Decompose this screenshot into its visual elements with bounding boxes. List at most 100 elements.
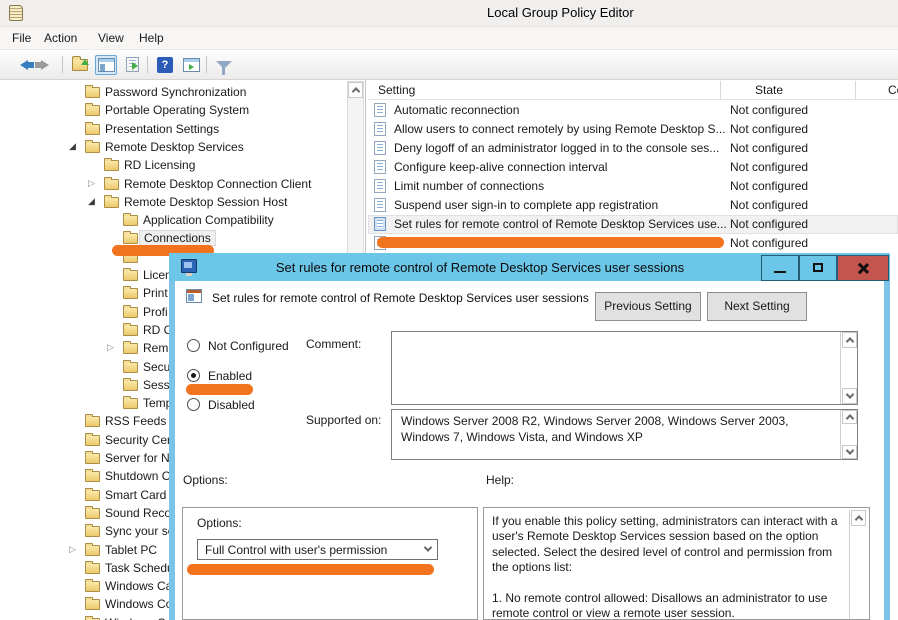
window-title: Local Group Policy Editor bbox=[487, 5, 634, 20]
expand-arrow-icon[interactable]: ▷ bbox=[88, 177, 95, 189]
setting-row[interactable]: Deny logoff of an administrator logged i… bbox=[368, 139, 898, 158]
radio-label: Disabled bbox=[208, 398, 255, 412]
tree-item-label: Windows Co bbox=[101, 597, 176, 611]
tree-item-label: Portable Operating System bbox=[101, 103, 253, 117]
setting-name: Set rules for remote control of Remote D… bbox=[394, 217, 727, 231]
dialog-title: Set rules for remote control of Remote D… bbox=[169, 260, 761, 275]
tree-item[interactable]: RD Licensing bbox=[0, 156, 366, 175]
folder-up-button[interactable] bbox=[69, 55, 91, 75]
help-button[interactable]: ? bbox=[154, 55, 176, 75]
tree-item[interactable]: ◢Remote Desktop Services bbox=[0, 138, 366, 157]
tree-item[interactable]: Presentation Settings bbox=[0, 120, 366, 139]
tree-item[interactable]: ◢Remote Desktop Session Host bbox=[0, 193, 366, 212]
radio-selected-icon[interactable] bbox=[187, 369, 200, 382]
setting-row[interactable]: Automatic reconnectionNot configured bbox=[368, 101, 898, 120]
column-separator[interactable] bbox=[720, 81, 721, 100]
scroll-up-button[interactable] bbox=[348, 82, 363, 98]
folder-icon bbox=[85, 142, 100, 153]
expand-arrow-icon[interactable]: ▷ bbox=[107, 341, 114, 353]
tree-item-label: Remote Desktop Connection Client bbox=[120, 177, 315, 191]
tree-item-label: RD Licensing bbox=[120, 158, 199, 172]
policy-setting-icon bbox=[374, 103, 386, 117]
forward-button[interactable] bbox=[36, 55, 58, 75]
tree-item-label: Rem bbox=[139, 341, 172, 355]
folder-icon bbox=[123, 343, 138, 354]
tree-item-label: Windows Ca bbox=[101, 579, 176, 593]
tree-item[interactable]: Portable Operating System bbox=[0, 101, 366, 120]
column-header-state[interactable]: State bbox=[755, 83, 783, 97]
folder-icon bbox=[85, 581, 100, 592]
tree-item[interactable]: Application Compatibility bbox=[0, 211, 366, 230]
filter-button[interactable] bbox=[213, 55, 235, 75]
setting-row[interactable]: Suspend user sign-in to complete app reg… bbox=[368, 196, 898, 215]
folder-icon bbox=[85, 105, 100, 116]
folder-icon bbox=[104, 179, 119, 190]
collapse-arrow-icon[interactable]: ◢ bbox=[69, 140, 76, 152]
folder-icon bbox=[123, 362, 138, 373]
radio-icon[interactable] bbox=[187, 398, 200, 411]
tree-item-label: Password Synchronization bbox=[101, 85, 250, 99]
supported-scrollbar[interactable] bbox=[840, 410, 857, 459]
setting-row[interactable]: Set rules for remote control of Remote D… bbox=[368, 215, 898, 234]
scroll-up-button[interactable] bbox=[842, 332, 857, 348]
comment-scrollbar[interactable] bbox=[840, 332, 857, 404]
screen: { "window": { "title": "Local Group Poli… bbox=[0, 0, 898, 620]
scroll-down-button[interactable] bbox=[842, 388, 857, 404]
setting-row[interactable]: Allow users to connect remotely by using… bbox=[368, 120, 898, 139]
column-separator[interactable] bbox=[855, 81, 856, 100]
folder-icon bbox=[85, 526, 100, 537]
control-level-dropdown[interactable]: Full Control with user's permission bbox=[197, 539, 438, 560]
folder-icon bbox=[123, 398, 138, 409]
policy-setting-icon bbox=[186, 289, 202, 303]
column-header-comment[interactable]: Comment bbox=[888, 83, 898, 97]
setting-name: Limit number of connections bbox=[394, 179, 544, 193]
folder-icon bbox=[123, 215, 138, 226]
maximize-button[interactable] bbox=[799, 255, 837, 281]
folder-icon bbox=[123, 233, 138, 244]
previous-setting-button[interactable]: Previous Setting bbox=[595, 292, 701, 321]
setting-state: Not configured bbox=[730, 122, 808, 136]
setting-state: Not configured bbox=[730, 179, 808, 193]
minimize-button[interactable] bbox=[761, 255, 799, 281]
back-button[interactable] bbox=[10, 55, 32, 75]
dialog-monitor-icon bbox=[181, 259, 197, 273]
comment-field[interactable] bbox=[391, 331, 858, 405]
tree-item-label: RSS Feeds bbox=[101, 414, 170, 428]
collapse-arrow-icon[interactable]: ◢ bbox=[88, 195, 95, 207]
column-header-setting[interactable]: Setting bbox=[378, 83, 415, 97]
setting-name: Deny logoff of an administrator logged i… bbox=[394, 141, 719, 155]
expand-arrow-icon[interactable]: ▷ bbox=[69, 543, 76, 555]
export-list-button[interactable] bbox=[121, 55, 143, 75]
scroll-down-button[interactable] bbox=[842, 445, 857, 459]
menu-help[interactable]: Help bbox=[139, 31, 164, 45]
console-tree-toggle-button[interactable] bbox=[95, 55, 117, 75]
folder-icon bbox=[123, 325, 138, 336]
chevron-up-icon bbox=[845, 337, 853, 345]
close-icon bbox=[857, 262, 869, 274]
folder-icon bbox=[85, 563, 100, 574]
action-pane-icon bbox=[183, 58, 200, 72]
menu-view[interactable]: View bbox=[98, 31, 124, 45]
close-button[interactable] bbox=[837, 255, 889, 281]
dialog-titlebar: Set rules for remote control of Remote D… bbox=[169, 253, 890, 281]
setting-state: Not configured bbox=[730, 141, 808, 155]
next-setting-button[interactable]: Next Setting bbox=[707, 292, 807, 321]
help-scrollbar[interactable] bbox=[849, 510, 866, 619]
menu-action[interactable]: Action bbox=[44, 31, 77, 45]
options-section-label: Options: bbox=[183, 473, 228, 487]
annotation-highlight-enabled bbox=[186, 384, 253, 395]
tree-item[interactable]: Password Synchronization bbox=[0, 83, 366, 102]
action-pane-button[interactable] bbox=[180, 55, 202, 75]
tree-item[interactable]: ▷ Remote Desktop Connection Client bbox=[0, 175, 366, 194]
menu-file[interactable]: File bbox=[12, 31, 31, 45]
scroll-up-button[interactable] bbox=[842, 410, 857, 424]
setting-row[interactable]: Limit number of connections Not configure… bbox=[368, 177, 898, 196]
options-panel-label: Options: bbox=[197, 516, 242, 530]
folder-icon bbox=[123, 270, 138, 281]
tree-item-label: Windows Cu bbox=[101, 616, 176, 620]
setting-row[interactable]: Configure keep-alive connection interval… bbox=[368, 158, 898, 177]
scroll-up-button[interactable] bbox=[851, 510, 866, 526]
help-text: If you enable this policy setting, admin… bbox=[492, 514, 838, 620]
folder-icon bbox=[85, 453, 100, 464]
radio-icon[interactable] bbox=[187, 339, 200, 352]
